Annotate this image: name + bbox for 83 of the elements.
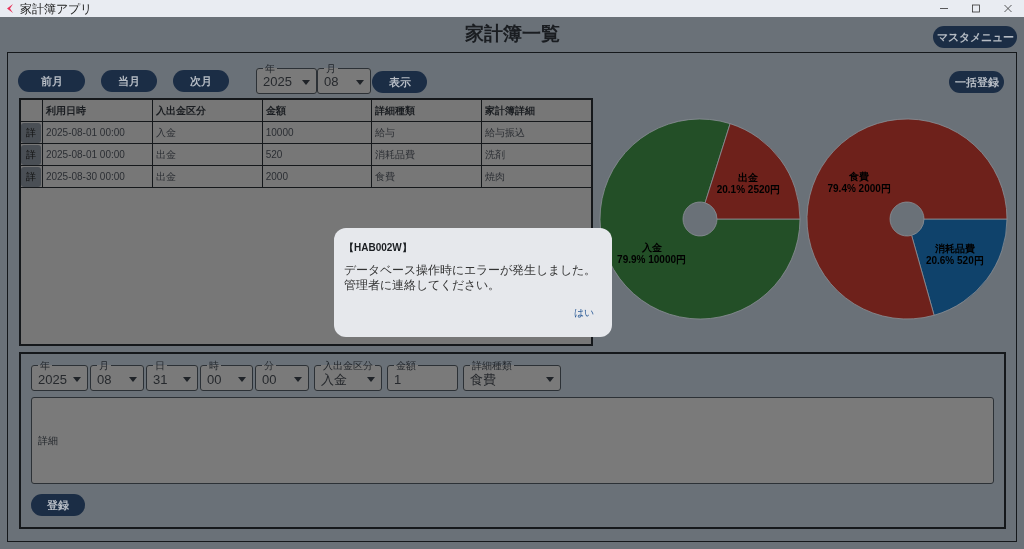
table-cell-text: 10000	[265, 126, 294, 140]
dropdown-field[interactable]: 詳細種類 食費	[463, 360, 561, 391]
caret-icon	[356, 79, 364, 85]
field-label: 詳細種類	[471, 360, 513, 371]
field-label: 分	[263, 360, 275, 371]
app-icon	[5, 4, 14, 13]
dropdown-field[interactable]: 日 31	[146, 360, 198, 391]
dialog-title: 【HAB002W】	[344, 241, 413, 255]
field-label: 日	[154, 360, 166, 371]
caret-icon	[73, 377, 81, 382]
slice-value: 79.9% 10000円	[617, 254, 687, 267]
table-cell-text: 2000	[265, 170, 288, 184]
table-cell-text: 食費	[375, 170, 396, 184]
field-label: 月	[98, 360, 110, 371]
field-value: 食費	[470, 371, 496, 389]
caret-icon	[238, 377, 246, 382]
field-value: 00	[262, 371, 277, 389]
next-month-button[interactable]: 次月	[173, 70, 229, 92]
dropdown-field[interactable]: 年 2025	[31, 360, 88, 391]
table-cell-text: 2025-08-01 00:00	[45, 148, 125, 162]
field-value: 2025	[38, 371, 67, 389]
table-cell-text: 520	[265, 148, 283, 162]
amount-field[interactable]: 金額 1	[387, 360, 458, 391]
table-cell-text: 給与振込	[484, 126, 525, 140]
dropdown-field[interactable]: 月 08	[90, 360, 144, 391]
field-label: 入出金区分	[322, 360, 374, 371]
field-value: 2025	[263, 74, 292, 92]
field-label: 年	[264, 62, 276, 74]
slice-label: 出金	[738, 171, 759, 184]
field-value: 1	[394, 370, 402, 389]
caret-icon	[367, 377, 375, 382]
dropdown-field[interactable]: 入出金区分 入金	[314, 360, 382, 391]
column-header: 金額	[265, 104, 286, 118]
table-cell-text: 焼肉	[484, 170, 505, 184]
field-value: 入金	[321, 371, 347, 389]
table-cell-text: 2025-08-30 00:00	[45, 170, 125, 184]
field-value: 00	[207, 371, 222, 389]
register-button[interactable]: 登録	[31, 494, 85, 517]
slice-label: 消耗品費	[934, 243, 975, 256]
slice-value: 20.6% 520円	[925, 255, 984, 268]
column-header: 利用日時	[45, 104, 86, 118]
table-cell-text: 入金	[156, 126, 177, 140]
dialog-message: 管理者に連絡してください。	[344, 278, 501, 293]
year-select[interactable]: 年 2025	[256, 62, 317, 94]
dropdown-field[interactable]: 時 00	[200, 360, 253, 391]
field-value: 08	[324, 74, 339, 92]
caret-icon	[129, 377, 137, 382]
table-cell-text: 洗剤	[484, 148, 505, 162]
caret-icon	[546, 377, 554, 382]
column-header: 家計簿詳細	[484, 104, 535, 118]
field-placeholder: 詳細	[38, 434, 58, 448]
field-label: 金額	[395, 360, 417, 371]
slice-label: 食費	[849, 170, 870, 183]
field-value: 08	[97, 371, 112, 389]
table-cell-text: 出金	[156, 170, 177, 184]
dialog-message: データベース操作時にエラーが発生しました。	[344, 263, 597, 278]
table-cell-text: 2025-08-01 00:00	[45, 126, 125, 140]
window-title: 家計簿アプリ	[20, 1, 92, 16]
page-title: 家計簿一覧	[464, 22, 560, 47]
column-header: 入出金区分	[156, 104, 207, 118]
caret-icon	[294, 377, 302, 382]
table-cell-text: 給与	[375, 126, 396, 140]
bulk-register-button[interactable]: 一括登録	[949, 71, 1004, 94]
dropdown-field[interactable]: 分 00	[255, 360, 309, 391]
table-cell-text: 消耗品費	[375, 148, 416, 162]
detail-field[interactable]: 詳細	[31, 397, 994, 484]
yes-button[interactable]: はい	[574, 305, 594, 320]
current-month-button[interactable]: 当月	[101, 70, 157, 92]
field-label: 月	[325, 62, 337, 74]
caret-icon	[302, 79, 310, 85]
field-label: 年	[39, 360, 51, 371]
caret-icon	[183, 377, 191, 382]
slice-value: 79.4% 2000円	[827, 182, 891, 195]
slice-label: 入金	[641, 242, 662, 255]
show-button[interactable]: 表示	[372, 71, 427, 94]
column-header: 詳細種類	[375, 104, 416, 118]
table-cell-text: 出金	[156, 148, 177, 162]
previous-month-button[interactable]: 前月	[18, 70, 85, 92]
slice-value: 20.1% 2520円	[716, 183, 781, 196]
master-menu-button[interactable]: マスタメニュー	[933, 26, 1017, 49]
field-value: 31	[153, 370, 168, 389]
month-select[interactable]: 月 08	[317, 62, 371, 94]
field-label: 時	[208, 360, 220, 371]
